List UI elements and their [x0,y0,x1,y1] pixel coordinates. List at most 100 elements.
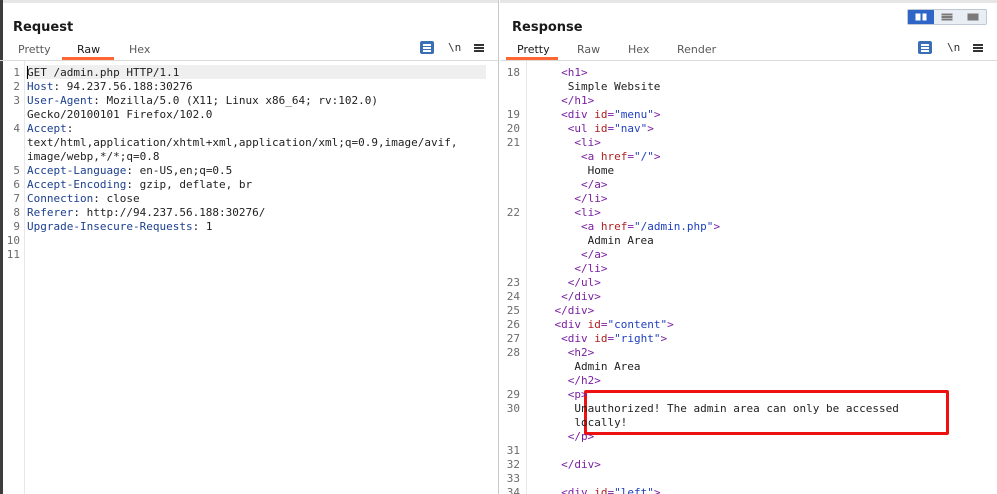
newline-toggle-button[interactable]: \n [947,41,960,54]
response-code-line: Unauthorized! The admin area can only be… [574,402,899,416]
response-code-line: <li> [574,206,601,220]
response-code-line: </p> [568,430,595,444]
header-name: Accept-Language [27,164,127,177]
attribute-value: "menu" [614,108,654,121]
response-editor[interactable]: 18 19 20 21 22 23 24 25 26 27 28 29 30 31 32 33 34 <h1> Si… [500,60,997,494]
header-value: : gzip, deflate, br [126,178,253,191]
response-gutter-divider [526,61,527,494]
menu-icon[interactable] [973,43,983,53]
html-tag: </h2> [567,374,601,387]
stacked-view-button[interactable] [934,10,960,24]
request-tab-pretty[interactable]: Pretty [18,43,51,56]
request-line: Gecko/20100101 Firefox/102.0 [27,108,212,122]
request-title: Request [13,20,74,35]
header-name: Host [27,80,54,93]
request-line-number: 5 [13,164,20,177]
text-content: Admin Area [574,360,641,373]
request-line: GET /admin.php HTTP/1.1 [27,66,179,80]
request-text: text/html,application/xhtml+xml,applicat… [27,136,458,149]
html-tag: <div [561,332,595,345]
text-content: Admin Area [587,234,654,247]
html-attribute: id [587,318,601,331]
response-code-line: </li> [574,262,607,276]
html-tag: <a [580,150,601,163]
response-tab-pretty[interactable]: Pretty [517,43,550,56]
text-content: Unauthorized! The admin area can only be… [574,402,899,415]
response-code-line: </ul> [568,276,601,290]
response-line-number: 18 [506,66,520,79]
response-title: Response [512,20,583,35]
response-code-line: </li> [574,192,607,206]
html-tag: = [627,150,634,163]
wrap-lines-icon[interactable] [918,41,932,54]
response-code-line: locally! [574,416,627,430]
html-tag: > [653,486,661,494]
response-line-number: 20 [506,122,520,135]
attribute-value: "/" [633,150,654,163]
response-code-line: </a> [581,248,608,262]
attribute-value: "nav" [614,122,648,135]
html-attribute: id [594,486,608,494]
request-line: Accept-Language: en-US,en;q=0.5 [27,164,232,178]
request-line: text/html,application/xhtml+xml,applicat… [27,136,457,150]
html-tag: <li> [574,206,601,219]
request-line-number: 4 [13,122,20,135]
request-line-number: 8 [13,206,20,219]
newline-toggle-button[interactable]: \n [448,41,461,54]
header-name: Accept-Encoding [27,178,127,191]
response-code-line: Home [588,164,615,178]
response-line-number: 21 [506,136,520,149]
text-content: Simple Website [567,80,661,93]
request-line-number: 9 [13,220,20,233]
response-line-number: 24 [506,290,520,303]
request-line: Accept-Encoding: gzip, deflate, br [27,178,252,192]
tabbed-view-button[interactable] [960,10,986,24]
html-tag: > [653,150,661,163]
html-tag: <div [554,318,588,331]
response-tab-hex[interactable]: Hex [628,43,649,56]
html-attribute: href [600,150,628,163]
response-line-number: 29 [506,388,520,401]
header-value: : 1 [192,220,213,233]
response-tab-render[interactable]: Render [677,43,716,56]
request-editor[interactable]: 1 2 3 4 5 6 7 8 9 10 11 GET /admin.php HTTP/1.1 Host… [0,60,498,494]
response-line-number: 32 [506,458,520,471]
text-content: Home [587,164,615,177]
response-line-number: 25 [506,304,520,317]
response-line-number: 28 [506,346,520,359]
request-line-number: 2 [13,80,20,93]
html-tag: <p> [567,388,588,401]
request-line-number: 7 [13,192,20,205]
response-pane: Response Pretty Raw Hex Render \n 18 19 20… [500,0,997,494]
response-code-line: <h2> [568,346,595,360]
header-value: : close [93,192,140,205]
response-line-number: 33 [506,472,520,485]
attribute-value: "left" [614,486,654,494]
html-tag: <h2> [567,346,595,359]
response-line-number: 26 [506,318,520,331]
request-gutter-divider [24,61,25,494]
html-attribute: id [594,332,608,345]
request-text: image/webp,*/*;q=0.8 [27,150,160,163]
html-tag: <h1> [561,66,588,79]
layout-view-toggle [907,9,987,25]
request-tab-hex[interactable]: Hex [129,43,150,56]
menu-icon[interactable] [474,43,484,53]
request-text: Gecko/20100101 Firefox/102.0 [27,108,213,121]
response-code-line: <a href="/"> [581,150,661,164]
request-tab-raw[interactable]: Raw [77,43,100,56]
html-tag: </li> [574,262,608,275]
html-attribute: href [600,220,628,233]
html-tag: </p> [567,430,595,443]
response-line-number: 31 [506,444,520,457]
html-tag: > [647,122,654,135]
request-line-number: 6 [13,178,20,191]
side-by-side-view-button[interactable] [908,10,934,24]
request-pane: Request Pretty Raw Hex \n 1 2 3 4 5 6 7 8 9 10 11 G… [0,0,499,494]
request-line-number: 11 [6,248,20,261]
header-name: Referer [27,206,74,219]
wrap-lines-icon[interactable] [420,41,434,54]
response-tab-raw[interactable]: Raw [577,43,600,56]
response-code-line: </h1> [561,94,594,108]
side-by-side-icon [915,13,927,21]
